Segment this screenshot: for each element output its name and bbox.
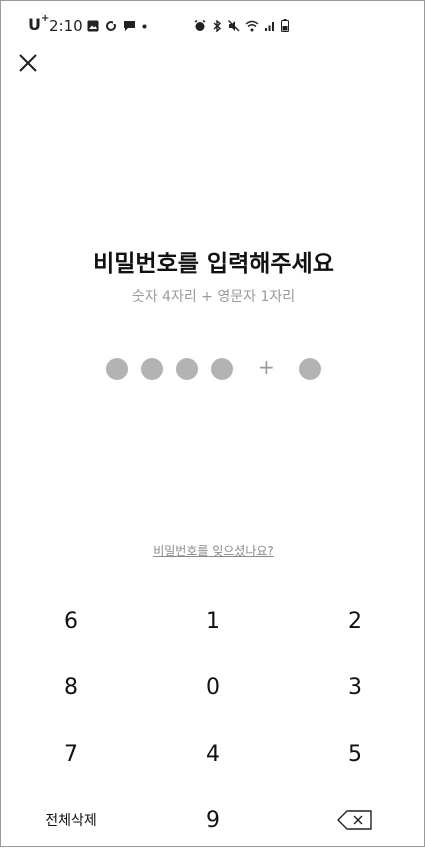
page-subtitle: 숫자 4자리 + 영문자 1자리 [131, 289, 296, 305]
pin-digit-dot [211, 358, 233, 380]
battery-icon [281, 19, 289, 32]
close-button[interactable] [15, 50, 41, 76]
wifi-icon [245, 20, 259, 31]
pin-digit-dot [176, 358, 198, 380]
key-9[interactable]: 9 [158, 792, 268, 848]
key-2[interactable]: 2 [300, 593, 410, 649]
carrier-label: U+ [28, 12, 50, 34]
pin-digit-dot [106, 358, 128, 380]
key-3[interactable]: 3 [300, 659, 410, 715]
pin-indicator: + [1, 355, 425, 382]
forgot-password-link[interactable]: 비밀번호를 잊으셨나요? [153, 544, 274, 558]
key-0[interactable]: 0 [158, 659, 268, 715]
status-time: 2:10 [49, 17, 83, 35]
key-5[interactable]: 5 [300, 726, 410, 782]
backspace-icon [337, 810, 372, 830]
forgot-password: 비밀번호를 잊으셨나요? [1, 540, 425, 559]
more-dot-icon [142, 24, 147, 28]
key-6[interactable]: 6 [16, 593, 126, 649]
clear-all-button[interactable]: 전체삭제 [16, 792, 126, 848]
pin-letter-dot [299, 358, 321, 380]
key-8[interactable]: 8 [16, 659, 126, 715]
key-4[interactable]: 4 [158, 726, 268, 782]
chat-icon [124, 21, 135, 31]
pin-separator: + [258, 355, 275, 379]
gallery-icon [87, 20, 99, 32]
close-icon [19, 54, 37, 72]
notification-icons [87, 20, 147, 32]
sync-icon [106, 20, 117, 31]
key-1[interactable]: 1 [158, 593, 268, 649]
bluetooth-icon [213, 19, 222, 32]
signal-icon [265, 21, 274, 31]
backspace-button[interactable] [300, 792, 410, 848]
system-icons [194, 19, 289, 32]
alarm-icon [194, 19, 206, 31]
app-screen: U+ 2:10 비밀번호를 입력해주세요 숫자 4자리 + 영문자 1자리 + … [0, 0, 425, 847]
status-bar: U+ 2:10 [1, 1, 424, 51]
pin-digit-dot [141, 358, 163, 380]
key-7[interactable]: 7 [16, 726, 126, 782]
page-title: 비밀번호를 입력해주세요 [93, 251, 334, 277]
mute-icon [228, 19, 240, 31]
